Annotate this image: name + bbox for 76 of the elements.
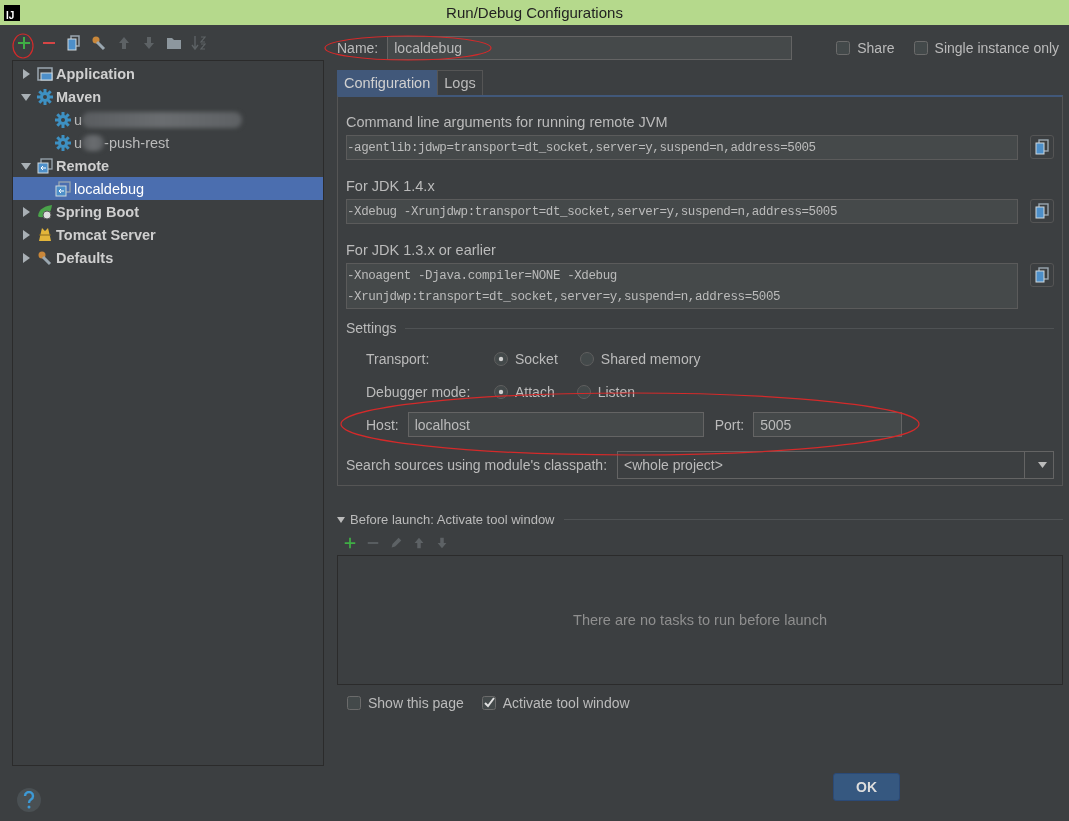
- section-title: Before launch: Activate tool window: [350, 512, 555, 527]
- tree-item[interactable]: Remote: [13, 154, 323, 177]
- arguments-field[interactable]: -Xdebug -Xrunjdwp:transport=dt_socket,server=y,suspend=n,address=5005: [346, 199, 1018, 224]
- tab[interactable]: Configuration: [337, 70, 438, 95]
- expand-arrow-icon[interactable]: [21, 252, 31, 263]
- field-label: Port:: [714, 416, 745, 433]
- radio-label: Shared memory: [600, 350, 701, 367]
- dropdown-arrow-icon: [1037, 462, 1047, 468]
- radio-label: Socket: [515, 350, 558, 367]
- name-label: Name:: [337, 39, 379, 56]
- tree-item[interactable]: Maven: [13, 85, 323, 108]
- tree-item[interactable]: u: [13, 108, 323, 131]
- expand-arrow-icon[interactable]: [21, 229, 31, 240]
- remote-icon: [55, 180, 71, 197]
- copy-icon: [1035, 267, 1049, 283]
- field-label: Host:: [366, 416, 399, 433]
- expand-arrow-icon[interactable]: [21, 91, 31, 102]
- empty-message: There are no tasks to run before launch: [573, 612, 827, 628]
- checkbox[interactable]: [347, 696, 361, 710]
- ok-button[interactable]: OK: [833, 773, 900, 801]
- gear-icon: [37, 88, 53, 105]
- field-label: Command line arguments for running remote JVM: [346, 114, 668, 130]
- checkbox-label: Share: [857, 39, 895, 56]
- field-label: Transport:: [366, 350, 430, 367]
- remote-icon: [37, 157, 53, 174]
- question-mark-icon: [23, 791, 35, 809]
- copy-icon[interactable]: [66, 34, 82, 51]
- radio-button[interactable]: [494, 351, 508, 366]
- name-field[interactable]: localdebug: [387, 35, 793, 60]
- copy-icon: [1035, 203, 1049, 219]
- field-label: Search sources using module's classpath:: [346, 457, 608, 473]
- expand-arrow-icon[interactable]: [21, 160, 31, 171]
- copy-button[interactable]: [1030, 263, 1054, 287]
- expand-arrow-icon[interactable]: [21, 68, 31, 79]
- add-icon[interactable]: [16, 34, 32, 51]
- wrench-icon[interactable]: [91, 34, 107, 51]
- help-button[interactable]: [17, 788, 41, 812]
- copy-icon: [1035, 139, 1049, 155]
- add-icon[interactable]: [343, 536, 357, 550]
- tree-item[interactable]: Tomcat Server: [13, 223, 323, 246]
- checkbox[interactable]: [836, 40, 851, 55]
- tree-item[interactable]: u -push-rest: [13, 131, 323, 154]
- checkbox-label: Single instance only: [934, 39, 1060, 56]
- collapse-arrow-icon[interactable]: [337, 516, 345, 523]
- radio-button[interactable]: [494, 384, 508, 399]
- field-label: For JDK 1.4.x: [346, 178, 435, 194]
- gear-icon: [55, 111, 71, 128]
- cat-icon: [37, 226, 53, 243]
- checkbox-label: Activate tool window: [502, 695, 630, 711]
- tree-item[interactable]: Defaults: [13, 246, 323, 269]
- section-title: Settings: [346, 320, 397, 336]
- port-field[interactable]: 5005: [753, 412, 903, 437]
- tree-item[interactable]: Application: [13, 62, 323, 85]
- leaf-icon: [37, 203, 53, 220]
- app-logo: IJ: [4, 4, 20, 21]
- gear-icon: [55, 134, 71, 151]
- classpath-dropdown[interactable]: <whole project>: [617, 451, 1054, 479]
- checkbox[interactable]: [481, 696, 496, 710]
- annotation-ellipse: [12, 33, 34, 59]
- field-label: For JDK 1.3.x or earlier: [346, 242, 496, 258]
- tree-item[interactable]: localdebug: [13, 177, 323, 200]
- radio-button[interactable]: [579, 351, 594, 366]
- checkbox[interactable]: [913, 40, 928, 55]
- host-field[interactable]: localhost: [407, 412, 704, 437]
- arguments-field[interactable]: -Xnoagent -Djava.compiler=NONE -Xdebug -Xrunjdwp:transport=dt_socket,server=y,suspend=n,address=5005: [346, 263, 1018, 309]
- window-title: Run/Debug Configurations: [446, 4, 623, 21]
- copy-button[interactable]: [1030, 199, 1054, 223]
- field-label: Debugger mode:: [366, 383, 471, 400]
- copy-button[interactable]: [1030, 135, 1054, 159]
- tab[interactable]: Logs: [437, 70, 483, 95]
- checkbox-label: Show this page: [368, 695, 464, 711]
- wrench-icon: [37, 249, 53, 266]
- expand-arrow-icon[interactable]: [21, 206, 31, 217]
- window-icon: [37, 65, 53, 82]
- arguments-field[interactable]: -agentlib:jdwp=transport=dt_socket,server=y,suspend=n,address=5005: [346, 135, 1018, 160]
- tree-item[interactable]: Spring Boot: [13, 200, 323, 223]
